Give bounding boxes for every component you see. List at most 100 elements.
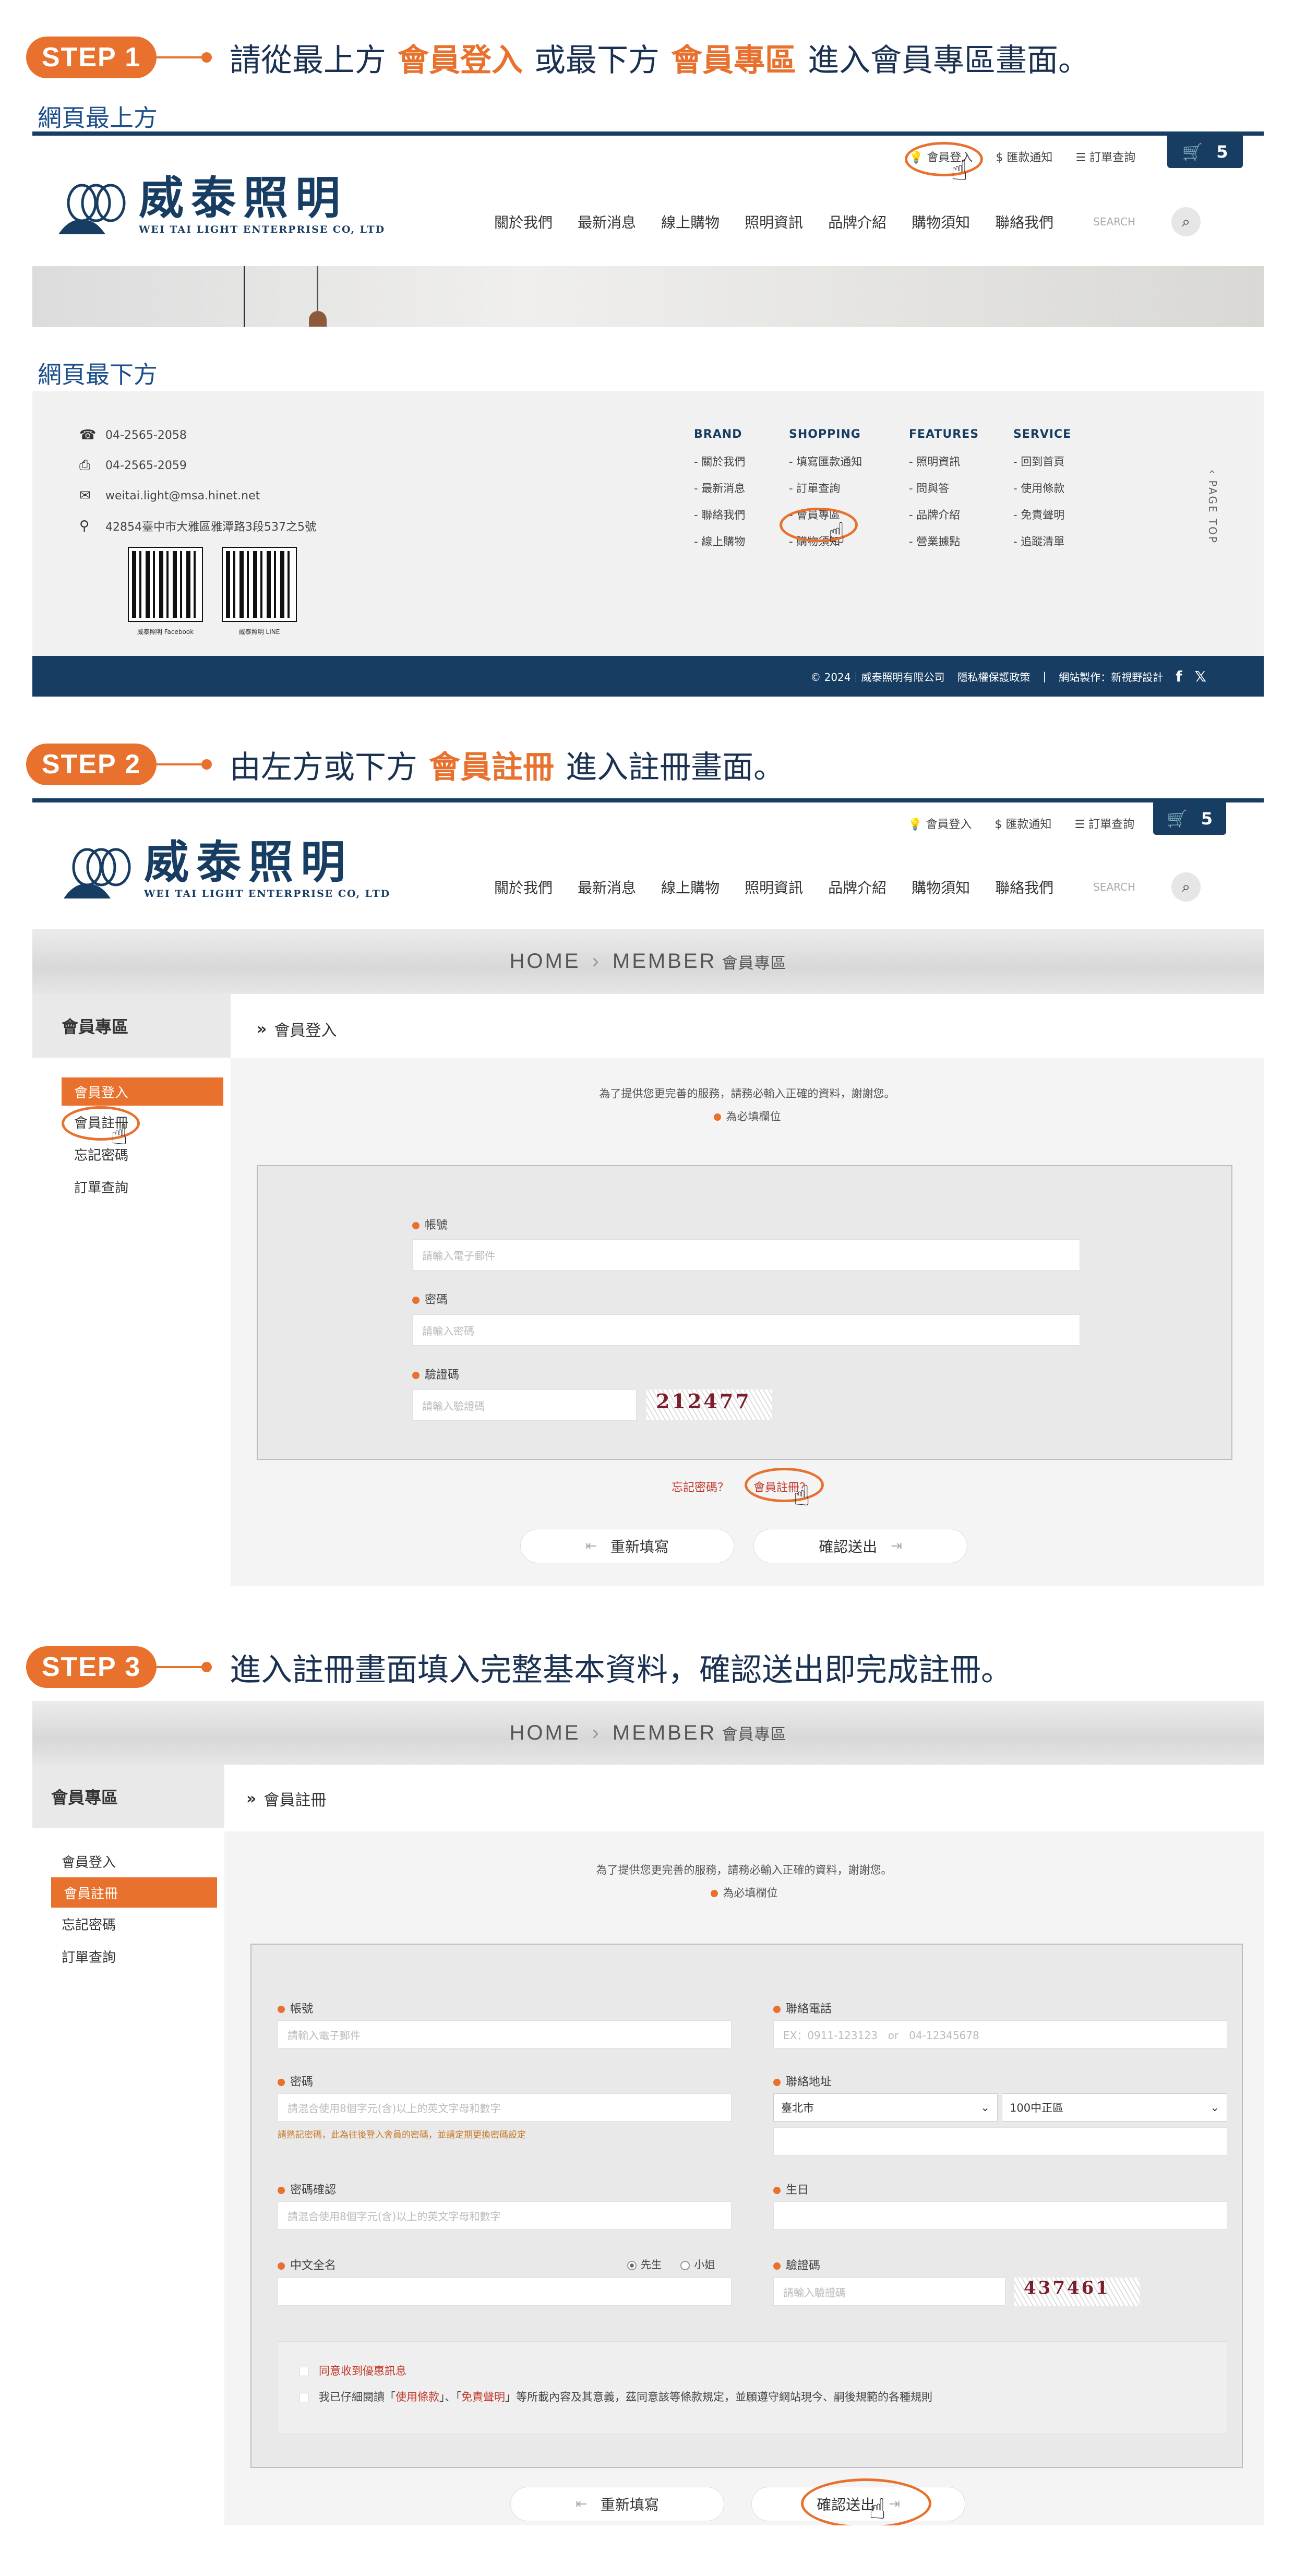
footer-link[interactable]: - 使用條款	[1013, 480, 1071, 507]
page-top-button[interactable]: ‹ PAGE TOP	[1206, 470, 1219, 544]
terms-link[interactable]: 使用條款	[396, 2391, 439, 2403]
nav-guide[interactable]: 購物須知	[912, 211, 970, 232]
nav-shop[interactable]: 線上購物	[661, 877, 720, 897]
cart-icon: 🛒	[1166, 809, 1188, 829]
footer-link[interactable]: - 免責聲明	[1013, 507, 1071, 533]
reset-button[interactable]: ⇤ 重新填寫	[510, 2487, 724, 2521]
city-select[interactable]: 臺北市 ⌄	[773, 2093, 998, 2122]
sidebar-title: 會員專區	[32, 994, 231, 1058]
footer-link[interactable]: - 填寫匯款通知	[789, 453, 862, 480]
account-input[interactable]: 請輸入電子郵件	[412, 1239, 1080, 1271]
search-input[interactable]: SEARCH	[1093, 215, 1171, 228]
nav-lighting[interactable]: 照明資訊	[745, 211, 803, 232]
top-link-remittance[interactable]: $ 匯款通知	[996, 148, 1052, 165]
footer-link[interactable]: - 訂單查詢	[789, 480, 862, 507]
password-input[interactable]: 請混合使用8個字元(含)以上的英文字母和數字	[278, 2093, 732, 2122]
agree-promo-checkbox[interactable]: 同意收到優惠訊息	[299, 2363, 406, 2378]
header-top-border	[32, 798, 1264, 802]
breadcrumb-home[interactable]: HOME	[510, 1721, 581, 1745]
forgot-password-link[interactable]: 忘記密碼？	[672, 1478, 729, 1495]
logo[interactable]: 威泰照明 WEI TAI LIGHT ENTERPRISE CO, LTD	[53, 176, 385, 235]
footer-link[interactable]: - 關於我們	[694, 453, 745, 480]
agree-terms-checkbox[interactable]: 我已仔細閱讀「使用條款」、「免責聲明」等所載內容及其意義，茲同意該等條款規定，並…	[299, 2389, 932, 2404]
address-input[interactable]	[773, 2127, 1227, 2155]
address-label: 聯絡地址	[773, 2072, 832, 2089]
reset-button[interactable]: ⇤ 重新填寫	[520, 1529, 734, 1563]
submit-button[interactable]: 確認送出 ⇥	[753, 1529, 967, 1563]
logo[interactable]: 威泰照明 WEI TAI LIGHT ENTERPRISE CO, LTD	[58, 840, 390, 900]
step3-instruction: 進入註冊畫面填入完整基本資料，確認送出即完成註冊。	[230, 1651, 1012, 1688]
footer-link[interactable]: - 回到首頁	[1013, 453, 1071, 480]
sidebar-item-register[interactable]: 會員註冊	[51, 1877, 217, 1908]
confirm-password-input[interactable]: 請混合使用8個字元(含)以上的英文字母和數字	[278, 2201, 732, 2230]
nav-contact[interactable]: 聯絡我們	[995, 211, 1053, 232]
privacy-link[interactable]: 隱私權保護政策	[957, 669, 1031, 684]
captcha-label: 驗證碼	[412, 1365, 459, 1382]
highlight-ring-member-area	[780, 508, 858, 542]
nav-about[interactable]: 關於我們	[494, 211, 553, 232]
sidebar-item-orders[interactable]: 訂單查詢	[32, 1940, 224, 1972]
account-label: 帳號	[278, 1999, 313, 2016]
sidebar-item-login[interactable]: 會員登入	[32, 1845, 224, 1877]
logo-chinese: 威泰照明	[139, 172, 348, 224]
captcha-input[interactable]: 請輸入驗證碼	[773, 2278, 1005, 2306]
x-icon[interactable]: 𝕏	[1194, 668, 1206, 685]
cart-button[interactable]: 🛒 5	[1153, 802, 1226, 835]
breadcrumb-home[interactable]: HOME	[510, 950, 581, 973]
nav-guide[interactable]: 購物須知	[912, 877, 970, 897]
birthday-input[interactable]	[773, 2201, 1227, 2230]
login-content: 為了提供您更完善的服務，請務必輸入正確的資料，謝謝您。 為必填欄位 帳號 請輸入…	[231, 1058, 1264, 1586]
search-input[interactable]: SEARCH	[1093, 881, 1171, 893]
nav-contact[interactable]: 聯絡我們	[995, 877, 1053, 897]
cart-icon: 🛒	[1182, 142, 1203, 162]
top-link-orders[interactable]: ☰ 訂單查詢	[1075, 148, 1135, 165]
footer-link[interactable]: - 線上購物	[694, 533, 745, 560]
nav-news[interactable]: 最新消息	[578, 211, 636, 232]
nav-about[interactable]: 關於我們	[494, 877, 553, 897]
footer-link[interactable]: - 問與答	[909, 480, 979, 507]
nav-shop[interactable]: 線上購物	[661, 211, 720, 232]
phone-input[interactable]: EX：0911-123123 or 04-12345678	[773, 2020, 1227, 2048]
nav-brand[interactable]: 品牌介紹	[828, 211, 886, 232]
qr-line-caption: 威泰照明 LINE	[238, 628, 280, 636]
name-input[interactable]	[278, 2278, 732, 2306]
step1-title: STEP 1 請從最上方 會員登入 或最下方 會員專區 進入會員專區畫面。	[26, 34, 1089, 81]
footer-link[interactable]: - 照明資訊	[909, 453, 979, 480]
step1-instruction: 請從最上方 會員登入 或最下方 會員專區 進入會員專區畫面。	[230, 42, 1089, 79]
sidebar-item-login[interactable]: 會員登入	[62, 1077, 223, 1106]
cart-button[interactable]: 🛒 5	[1167, 136, 1243, 168]
footer-link[interactable]: - 追蹤清單	[1013, 533, 1071, 560]
password-hint: 請熟記密碼，此為往後登入會員的密碼，並請定期更換密碼設定	[278, 2130, 526, 2140]
nav-brand[interactable]: 品牌介紹	[828, 877, 886, 897]
footer-link[interactable]: - 品牌介紹	[909, 507, 979, 533]
top-link-remittance[interactable]: $ 匯款通知	[995, 815, 1051, 832]
register-page-screenshot: HOME › MEMBER 會員專區 會員專區 會員登入 會員註冊 忘記密碼 訂…	[32, 1701, 1264, 2525]
footer-link[interactable]: - 營業據點	[909, 533, 979, 560]
disclaimer-link[interactable]: 免責聲明	[461, 2391, 505, 2403]
nav-news[interactable]: 最新消息	[578, 877, 636, 897]
pointer-hand-icon: ☝	[951, 154, 968, 187]
nav-lighting[interactable]: 照明資訊	[745, 877, 803, 897]
gender-male-radio[interactable]: 先生	[627, 2258, 662, 2271]
header-top-border	[32, 131, 1264, 136]
facebook-icon[interactable]: f	[1176, 668, 1182, 685]
sidebar-item-forgot-password[interactable]: 忘記密碼	[32, 1908, 224, 1940]
top-link-login[interactable]: 💡 會員登入	[908, 815, 972, 832]
sidebar-item-forgot-password[interactable]: 忘記密碼	[32, 1138, 231, 1170]
sidebar-item-orders[interactable]: 訂單查詢	[32, 1170, 231, 1203]
top-link-orders[interactable]: ☰ 訂單查詢	[1074, 815, 1134, 832]
step2-connector	[157, 759, 212, 770]
account-input[interactable]: 請輸入電子郵件	[278, 2020, 732, 2048]
notice-text: 為了提供您更完善的服務，請務必輸入正確的資料，謝謝您。	[599, 1087, 895, 1100]
password-input[interactable]: 請輸入密碼	[412, 1314, 1080, 1346]
register-form: 帳號 請輸入電子郵件 密碼 請混合使用8個字元(含)以上的英文字母和數字 請熟記…	[250, 1944, 1243, 2468]
footer-link[interactable]: - 最新消息	[694, 480, 745, 507]
account-label: 帳號	[412, 1216, 448, 1232]
search-icon[interactable]: ⌕	[1171, 872, 1201, 902]
captcha-input[interactable]: 請輸入驗證碼	[412, 1389, 637, 1421]
district-select[interactable]: 100中正區 ⌄	[1002, 2093, 1227, 2122]
gender-female-radio[interactable]: 小姐	[680, 2258, 715, 2271]
logo-heads-icon	[58, 184, 126, 234]
footer-link[interactable]: - 聯絡我們	[694, 507, 745, 533]
search-icon[interactable]: ⌕	[1171, 207, 1201, 236]
